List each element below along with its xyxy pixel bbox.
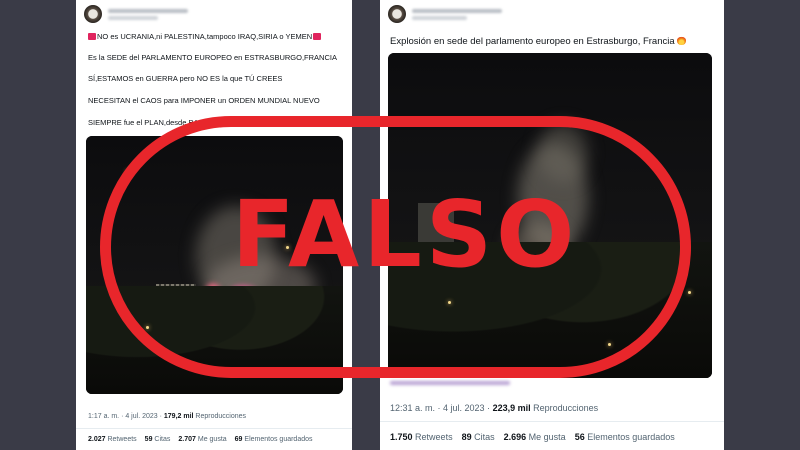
likes-stat[interactable]: 2.707 Me gusta [178, 436, 226, 443]
tweet-text-line: NECESITAN el CAOS para IMPONER un ORDEN … [88, 96, 320, 105]
tweet-text-line: Es la SEDE del PARLAMENTO EUROPEO en EST… [88, 53, 337, 62]
likes-stat[interactable]: 2.696 Me gusta [504, 432, 566, 442]
tweet-header [388, 4, 502, 24]
falso-stamp-word: FALSO [231, 181, 579, 288]
retweets-stat[interactable]: 1.750 Retweets [390, 432, 453, 442]
tweet-text-line: SÍ,ESTAMOS en GUERRA pero NO ES la que T… [88, 74, 283, 83]
blurred-author [108, 8, 188, 20]
bookmarks-stat[interactable]: 69 Elementos guardados [235, 436, 313, 443]
view-count: 223,9 mil [492, 403, 531, 413]
tweet-text: Explosión en sede del parlamento europeo… [390, 36, 687, 47]
blurred-author [412, 8, 502, 20]
blurred-source [390, 381, 510, 385]
tweet-stats: 1.750 Retweets 89 Citas 2.696 Me gusta 5… [390, 432, 684, 442]
tweet-stats: 2.027 Retweets 59 Citas 2.707 Me gusta 6… [88, 436, 321, 443]
view-count: 179,2 mil [163, 413, 194, 420]
fire-icon [677, 36, 687, 45]
siren-icon [313, 33, 322, 40]
avatar[interactable] [84, 5, 102, 23]
tweet-text-line: NO es UCRANIA,ni PALESTINA,tampoco IRAQ,… [88, 32, 322, 41]
siren-icon [88, 33, 96, 40]
retweets-stat[interactable]: 2.027 Retweets [88, 436, 137, 443]
avatar[interactable] [388, 5, 406, 23]
quotes-stat[interactable]: 89 Citas [462, 432, 495, 442]
tweet-header [84, 4, 188, 24]
quotes-stat[interactable]: 59 Citas [145, 436, 171, 443]
tweet-meta: 12:31 a. m. · 4 jul. 2023 · 223,9 mil Re… [390, 403, 599, 413]
bookmarks-stat[interactable]: 56 Elementos guardados [575, 432, 675, 442]
tweet-meta: 1:17 a. m. · 4 jul. 2023 · 179,2 mil Rep… [88, 413, 247, 420]
